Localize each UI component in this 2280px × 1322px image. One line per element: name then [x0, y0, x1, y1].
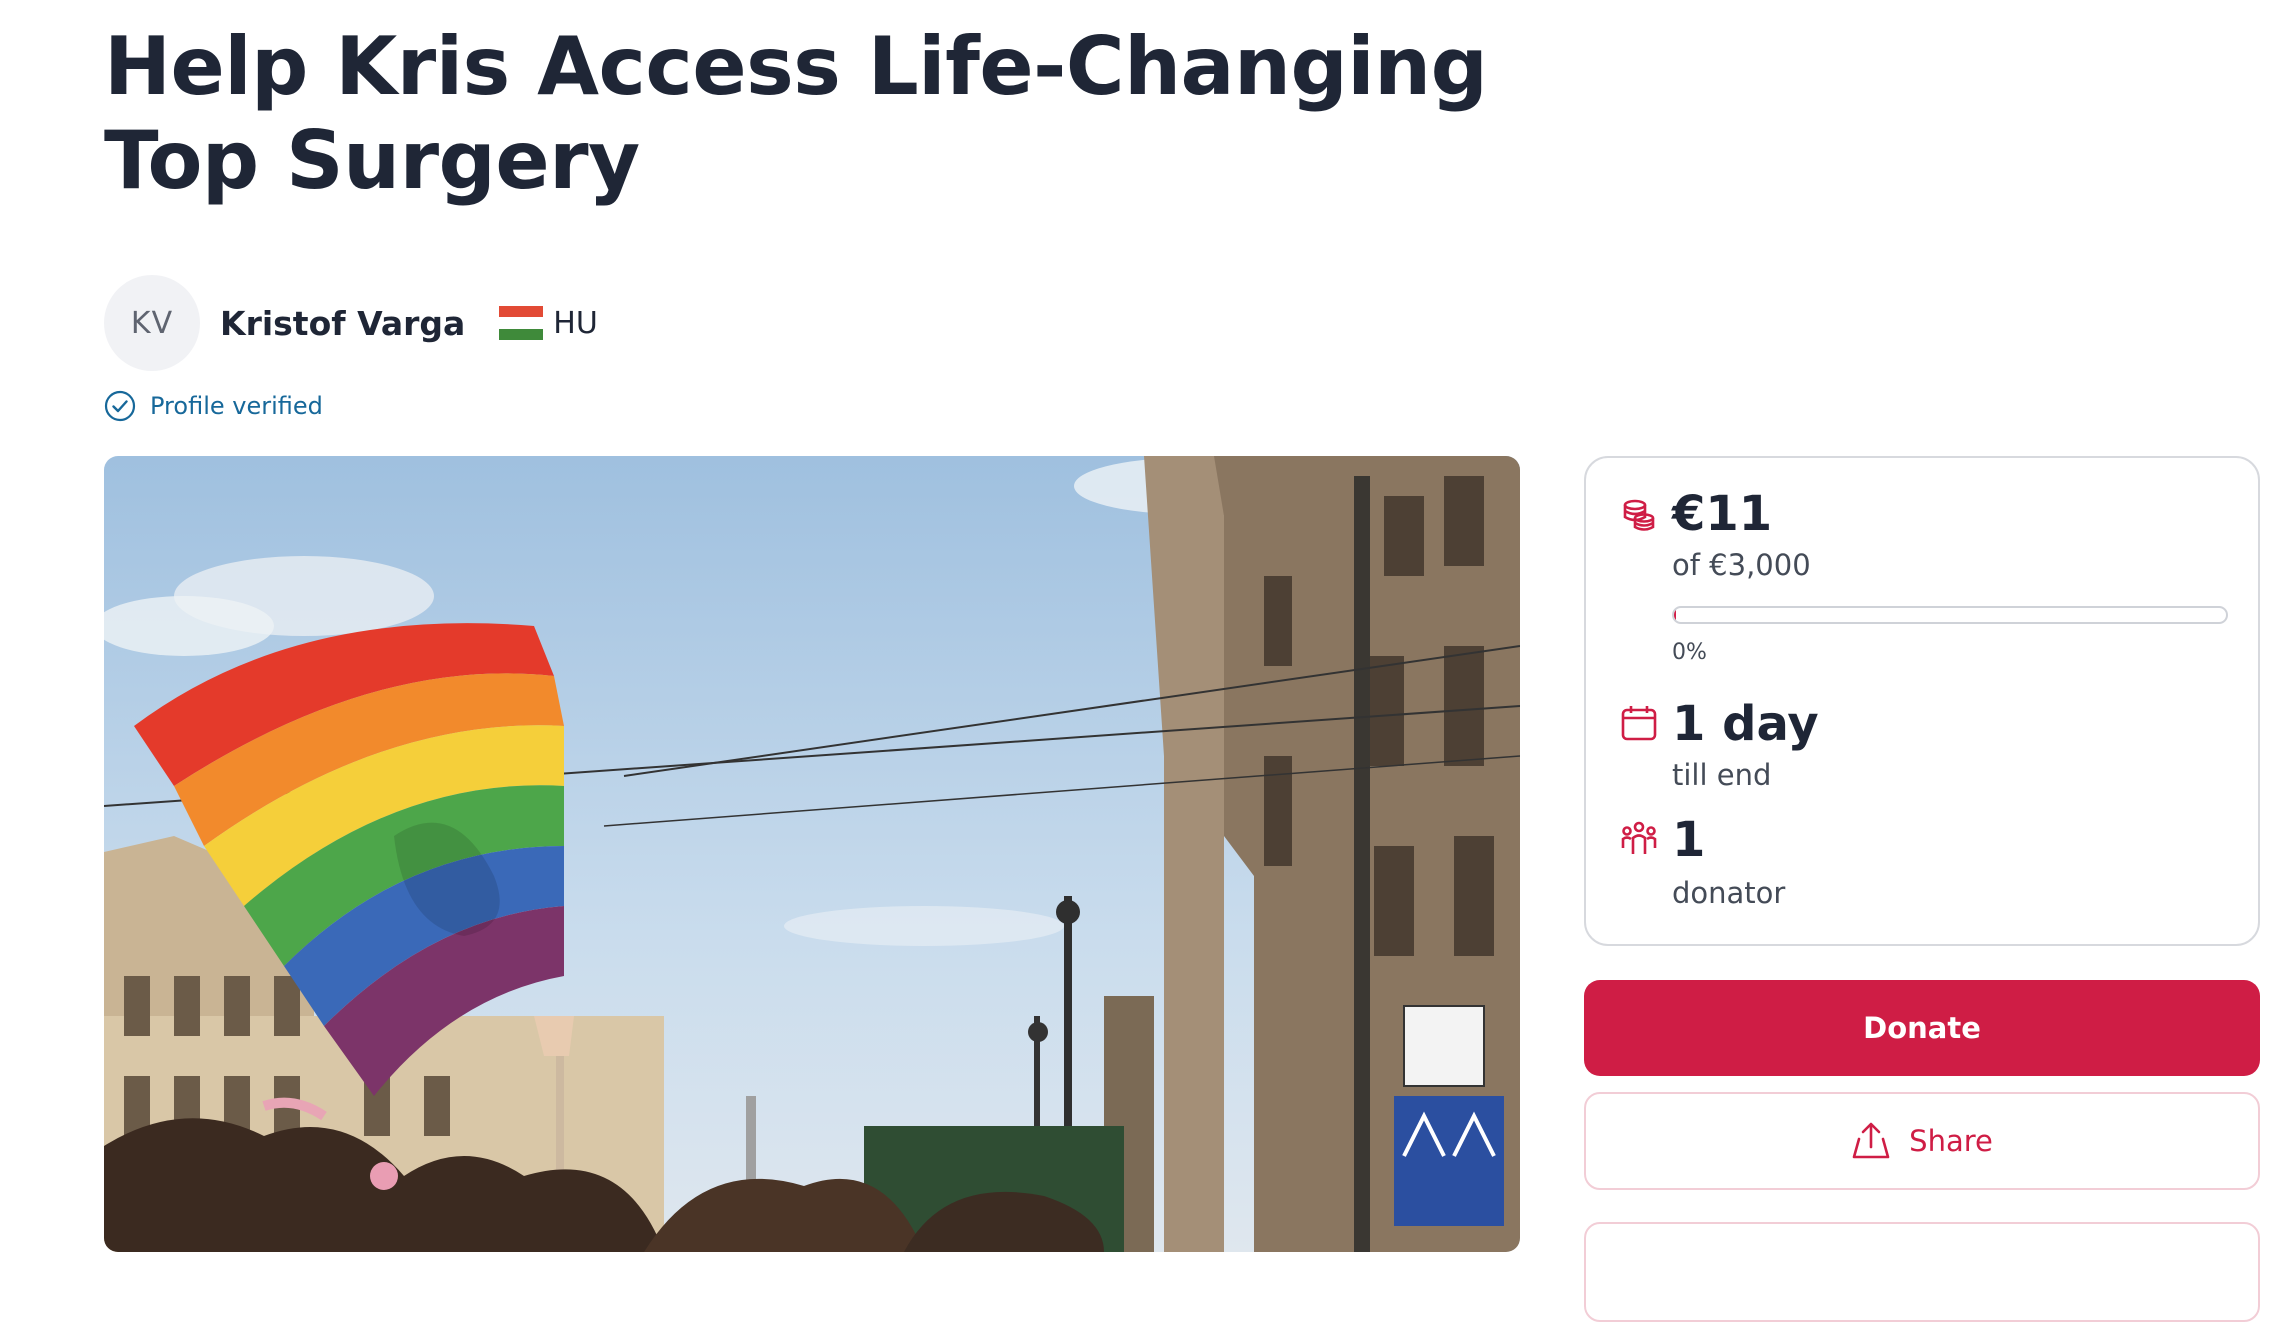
time-left-label: till end — [1672, 758, 1772, 792]
check-circle-icon — [104, 390, 136, 422]
share-button[interactable]: Share — [1584, 1092, 2260, 1190]
coins-icon — [1623, 499, 1655, 531]
author-name[interactable]: Kristof Varga — [220, 304, 465, 343]
goal-amount: of €3,000 — [1672, 548, 1811, 582]
campaign-title: Help Kris Access Life-Changing Top Surge… — [104, 20, 1488, 207]
share-icon — [1852, 1122, 1890, 1159]
campaign-hero-image[interactable] — [104, 456, 1520, 1252]
profile-verified: Profile verified — [104, 388, 323, 424]
progress-bar — [1672, 606, 2228, 624]
people-icon — [1621, 821, 1657, 854]
verified-label: Profile verified — [150, 392, 323, 420]
donate-button[interactable]: Donate — [1584, 980, 2260, 1076]
progress-fill — [1674, 608, 1677, 622]
donator-count: 1 — [1672, 812, 1706, 868]
share-label: Share — [1909, 1124, 1993, 1158]
partially-visible-button[interactable] — [1584, 1222, 2260, 1322]
time-left: 1 day — [1672, 696, 1819, 752]
stats-card: €11 of €3,000 0% 1 day till end 1 donato… — [1584, 456, 2260, 946]
country-code: HU — [553, 305, 598, 341]
pride-flag-photo — [104, 456, 1520, 1252]
author-row: KV Kristof Varga HU — [104, 274, 598, 372]
amount-raised: €11 — [1672, 486, 1773, 542]
hungary-flag-icon — [499, 306, 544, 340]
progress-percent: 0% — [1672, 640, 1707, 665]
calendar-icon — [1621, 706, 1657, 741]
donator-label: donator — [1672, 876, 1786, 910]
avatar[interactable]: KV — [104, 275, 200, 371]
